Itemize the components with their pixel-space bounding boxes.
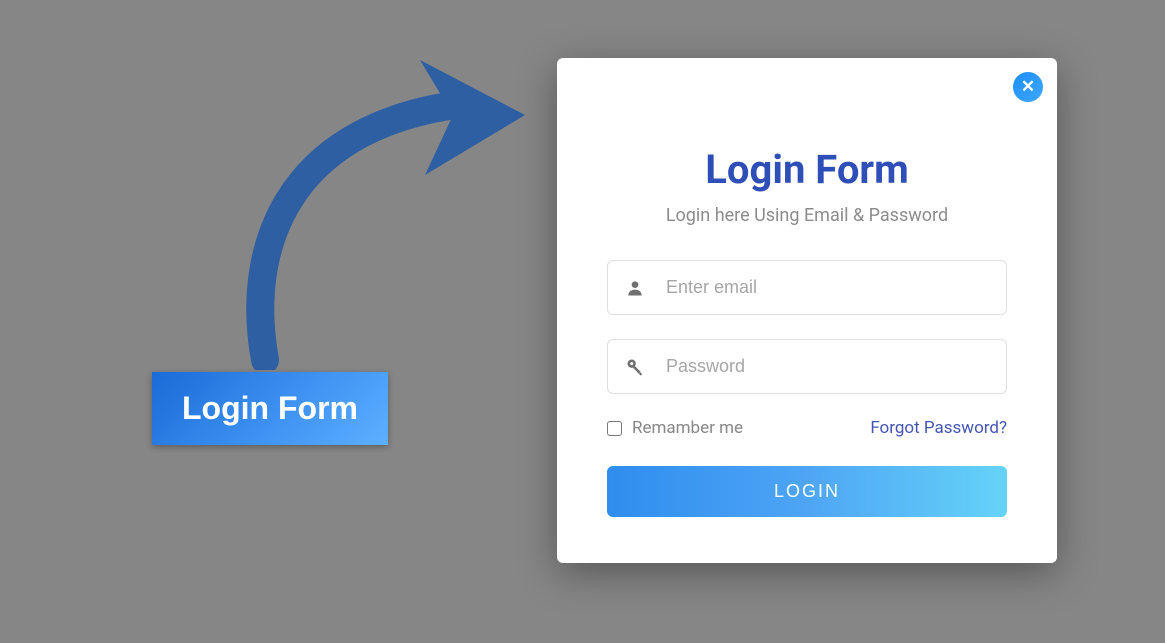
login-form-trigger-button[interactable]: Login Form [152, 372, 388, 445]
password-input-group [607, 339, 1007, 394]
email-input-group [607, 260, 1007, 315]
user-icon [625, 278, 645, 298]
modal-title: Login Form [607, 146, 1007, 193]
close-button[interactable]: ✕ [1013, 72, 1043, 102]
modal-subtitle: Login here Using Email & Password [607, 205, 1007, 226]
email-input[interactable] [607, 260, 1007, 315]
key-icon [625, 357, 645, 377]
remember-me-label: Remamber me [632, 418, 743, 438]
login-submit-button[interactable]: LOGIN [607, 466, 1007, 517]
login-modal: ✕ Login Form Login here Using Email & Pa… [557, 58, 1057, 563]
options-row: Remamber me Forgot Password? [607, 418, 1007, 438]
remember-me-checkbox[interactable] [607, 421, 622, 436]
password-input[interactable] [607, 339, 1007, 394]
forgot-password-link[interactable]: Forgot Password? [870, 418, 1007, 438]
decorative-arrow [225, 50, 535, 370]
close-icon: ✕ [1021, 77, 1035, 97]
remember-me-group: Remamber me [607, 418, 743, 438]
